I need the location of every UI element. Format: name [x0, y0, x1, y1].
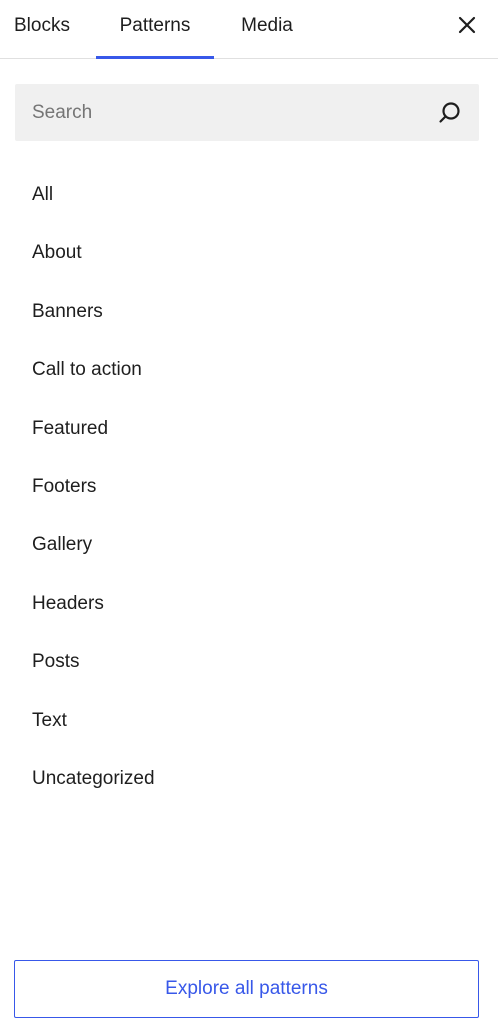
- pattern-category-item[interactable]: Gallery: [15, 516, 479, 574]
- pattern-category-item[interactable]: Headers: [15, 575, 479, 633]
- tab-media[interactable]: Media: [230, 0, 304, 59]
- tab-blocks[interactable]: Blocks: [14, 0, 74, 59]
- pattern-category-item[interactable]: All: [15, 166, 479, 224]
- search-icon[interactable]: [437, 100, 463, 126]
- close-button[interactable]: [450, 8, 484, 42]
- pattern-category-item[interactable]: Text: [15, 692, 479, 750]
- pattern-category-list: All About Banners Call to action Featured Foo…: [15, 166, 479, 808]
- pattern-category-item[interactable]: Footers: [15, 458, 479, 516]
- pattern-category-item[interactable]: Featured: [15, 400, 479, 458]
- inserter-tabs: Blocks Patterns Media: [0, 0, 498, 59]
- explore-all-patterns-button[interactable]: Explore all patterns: [14, 960, 479, 1018]
- pattern-category-item[interactable]: About: [15, 224, 479, 282]
- pattern-category-item[interactable]: Banners: [15, 283, 479, 341]
- pattern-category-item[interactable]: Posts: [15, 633, 479, 691]
- pattern-category-item[interactable]: Uncategorized: [15, 750, 479, 808]
- search-input[interactable]: [15, 84, 432, 141]
- pattern-category-item[interactable]: Call to action: [15, 341, 479, 399]
- search-box: [15, 84, 479, 141]
- active-tab-indicator: [96, 56, 214, 59]
- tab-patterns[interactable]: Patterns: [96, 0, 214, 59]
- close-icon: [458, 16, 476, 34]
